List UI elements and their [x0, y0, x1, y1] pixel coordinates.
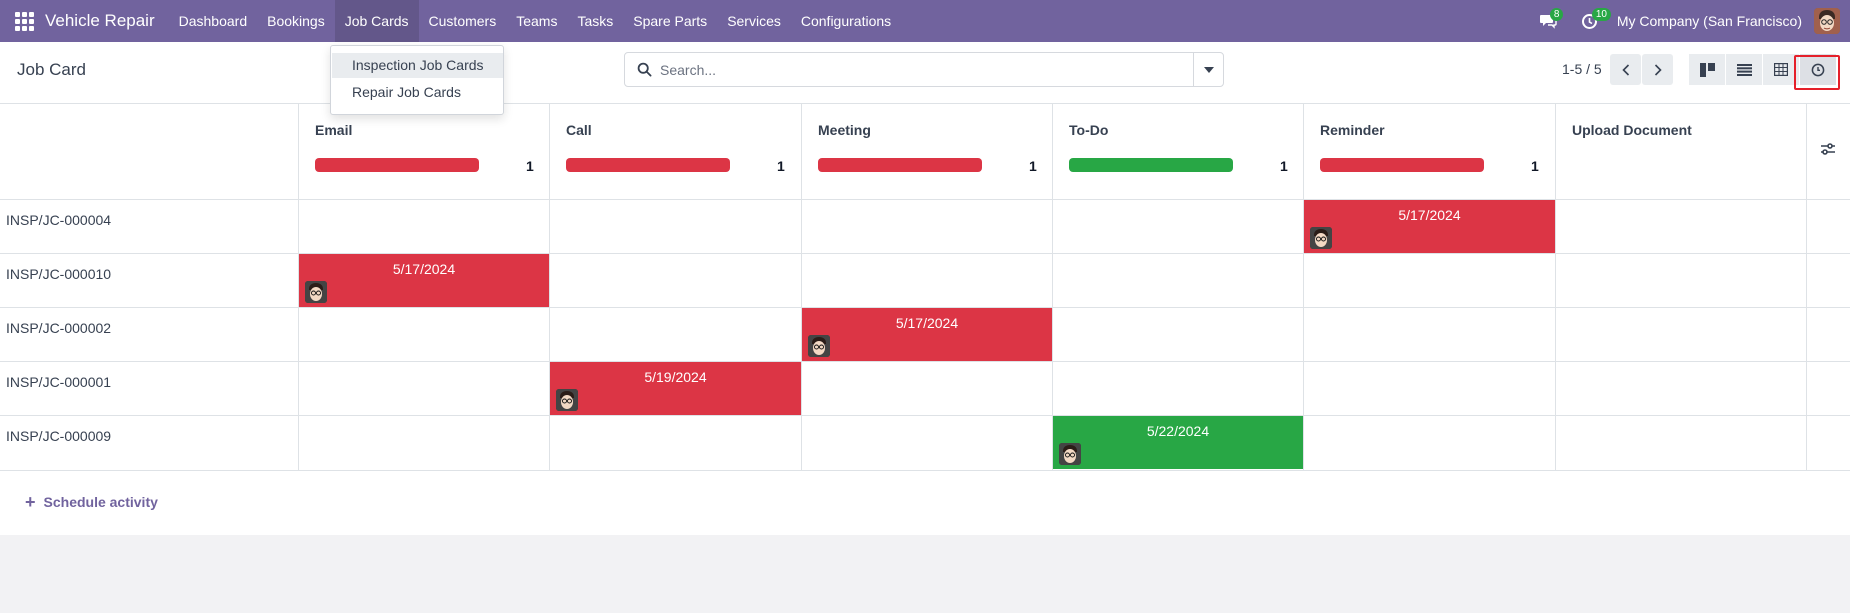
assignee-avatar [1059, 443, 1081, 465]
menu-customers[interactable]: Customers [419, 0, 507, 42]
column-count: 1 [526, 158, 534, 174]
column-progress-bar[interactable] [566, 158, 730, 172]
messages-button[interactable]: 8 [1533, 0, 1564, 42]
plus-icon: + [25, 492, 36, 512]
dropdown-item-repair-job-cards[interactable]: Repair Job Cards [332, 80, 503, 105]
activity-date: 5/17/2024 [392, 261, 456, 277]
column-header-reminder: Reminder 1 [1303, 104, 1555, 199]
search-input[interactable] [660, 53, 1175, 86]
chevron-left-icon [1621, 63, 1629, 76]
row-record-name[interactable]: INSP/JC-000010 [6, 266, 111, 282]
row-record-name[interactable]: INSP/JC-000002 [6, 320, 111, 336]
column-count: 1 [777, 158, 785, 174]
active-view-highlight [1794, 55, 1840, 90]
control-panel: Job Card 1-5 / 5 [0, 42, 1850, 104]
pager-previous-button[interactable] [1610, 54, 1641, 85]
column-title: Upload Document [1572, 122, 1692, 138]
row-record-name[interactable]: INSP/JC-000004 [6, 212, 111, 228]
activity-date: 5/17/2024 [1398, 207, 1461, 223]
row-record-name[interactable]: INSP/JC-000009 [6, 428, 111, 444]
schedule-activity-label: Schedule activity [43, 494, 158, 510]
activity-cell-meeting[interactable]: 5/17/2024 [802, 308, 1052, 361]
column-count: 1 [1280, 158, 1288, 174]
menu-tasks[interactable]: Tasks [567, 0, 623, 42]
activity-date: 5/22/2024 [1146, 423, 1210, 439]
column-settings-icon[interactable] [1820, 142, 1836, 161]
activities-count-badge: 10 [1591, 8, 1611, 21]
list-view-button[interactable] [1726, 54, 1762, 85]
chevron-right-icon [1654, 63, 1662, 76]
assignee-avatar [305, 281, 327, 303]
column-title: Call [566, 122, 592, 138]
column-title: Meeting [818, 122, 871, 138]
row-record-name[interactable]: INSP/JC-000001 [6, 374, 111, 390]
menu-dashboard[interactable]: Dashboard [169, 0, 258, 42]
assignee-avatar [808, 335, 830, 357]
dropdown-item-inspection-job-cards[interactable]: Inspection Job Cards [332, 53, 503, 78]
column-title: Reminder [1320, 122, 1385, 138]
pager-value[interactable]: 1-5 / 5 [1562, 61, 1602, 77]
company-switcher[interactable]: My Company (San Francisco) [1617, 13, 1802, 29]
menu-services[interactable]: Services [717, 0, 791, 42]
column-header-call: Call 1 [549, 104, 801, 199]
activity-grid: Email 1 Call 1 Meeting 1 To-Do 1 Reminde… [0, 104, 1850, 470]
column-progress-bar[interactable] [1320, 158, 1484, 172]
column-header-to-do: To-Do 1 [1052, 104, 1303, 199]
activity-date: 5/19/2024 [644, 369, 707, 385]
menu-configurations[interactable]: Configurations [791, 0, 901, 42]
column-count: 1 [1531, 158, 1539, 174]
activity-cell-call[interactable]: 5/19/2024 [550, 362, 801, 415]
table-row: INSP/JC-000010 [0, 253, 1850, 307]
activities-button[interactable]: 10 [1575, 0, 1611, 42]
messages-count-badge: 8 [1549, 8, 1564, 21]
menu-bookings[interactable]: Bookings [257, 0, 335, 42]
user-avatar[interactable] [1814, 8, 1840, 34]
menu-spare-parts[interactable]: Spare Parts [623, 0, 717, 42]
grid-footer: + Schedule activity [0, 471, 1850, 535]
activity-cell-reminder[interactable]: 5/17/2024 [1304, 200, 1555, 253]
column-header-upload-document: Upload Document [1555, 104, 1806, 199]
column-title: To-Do [1069, 122, 1109, 138]
menu-job-cards[interactable]: Job Cards [334, 0, 419, 42]
list-view-icon [1736, 63, 1752, 76]
table-row: INSP/JC-000001 [0, 361, 1850, 415]
assignee-avatar [556, 389, 578, 411]
pivot-view-icon [1774, 63, 1788, 76]
menu-teams[interactable]: Teams [506, 0, 567, 42]
column-header-meeting: Meeting 1 [801, 104, 1052, 199]
apps-menu-icon[interactable] [13, 10, 35, 32]
caret-down-icon [1203, 66, 1214, 73]
column-count: 1 [1029, 158, 1037, 174]
column-progress-bar[interactable] [1069, 158, 1233, 172]
column-progress-bar[interactable] [818, 158, 982, 172]
search-icon [637, 62, 652, 82]
activity-cell-to-do[interactable]: 5/22/2024 [1053, 416, 1303, 469]
column-title: Email [315, 122, 353, 138]
schedule-activity-button[interactable]: + Schedule activity [25, 492, 158, 512]
pager-next-button[interactable] [1642, 54, 1673, 85]
search-bar [624, 52, 1224, 87]
kanban-view-button[interactable] [1689, 54, 1725, 85]
table-row: INSP/JC-000004 [0, 199, 1850, 253]
assignee-avatar [1310, 227, 1332, 249]
job-cards-dropdown: Inspection Job Cards Repair Job Cards [330, 45, 504, 115]
table-row: INSP/JC-000009 [0, 415, 1850, 469]
page-title: Job Card [17, 60, 86, 79]
kanban-view-icon [1699, 62, 1715, 77]
top-navbar: Vehicle Repair Dashboard Bookings Job Ca… [0, 0, 1850, 42]
app-brand[interactable]: Vehicle Repair [45, 11, 155, 31]
search-options-toggle[interactable] [1193, 53, 1223, 86]
activity-cell-email[interactable]: 5/17/2024 [299, 254, 549, 307]
column-header-email: Email 1 [298, 104, 549, 199]
activity-date: 5/17/2024 [895, 315, 959, 331]
column-progress-bar[interactable] [315, 158, 479, 172]
